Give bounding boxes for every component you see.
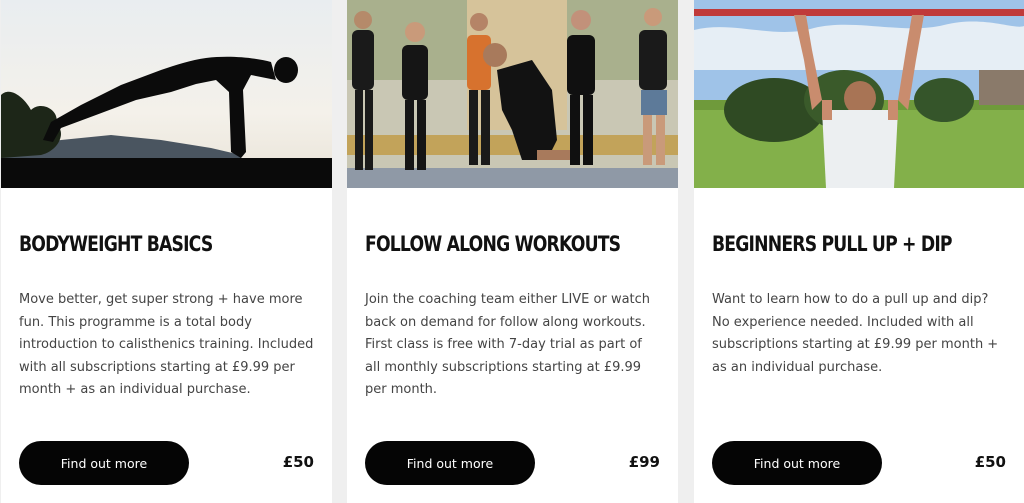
programme-cards-grid: BODYWEIGHT BASICS Move better, get super… — [0, 0, 1024, 503]
card-description: Join the coaching team either LIVE or wa… — [365, 292, 651, 397]
find-out-more-button[interactable]: Find out more — [365, 441, 535, 485]
card-description: Move better, get super strong + have mor… — [19, 292, 314, 397]
find-out-more-button[interactable]: Find out more — [19, 441, 189, 485]
pull-up-bar-image — [694, 0, 1024, 188]
pushup-silhouette-image — [1, 0, 332, 188]
card-title: BODYWEIGHT BASICS — [19, 232, 213, 256]
card-title: FOLLOW ALONG WORKOUTS — [365, 232, 621, 256]
programme-card-beginners-pull-up-dip: BEGINNERS PULL UP + DIP Want to learn ho… — [694, 0, 1024, 503]
card-price: £99 — [628, 453, 660, 471]
card-price: £50 — [282, 453, 314, 471]
card-description: Want to learn how to do a pull up and di… — [712, 292, 999, 375]
find-out-more-button[interactable]: Find out more — [712, 441, 882, 485]
card-title: BEGINNERS PULL UP + DIP — [712, 232, 953, 256]
programme-card-bodyweight-basics: BODYWEIGHT BASICS Move better, get super… — [1, 0, 332, 503]
group-workout-image — [347, 0, 678, 188]
programme-card-follow-along-workouts: FOLLOW ALONG WORKOUTS Join the coaching … — [347, 0, 678, 503]
card-price: £50 — [974, 453, 1006, 471]
